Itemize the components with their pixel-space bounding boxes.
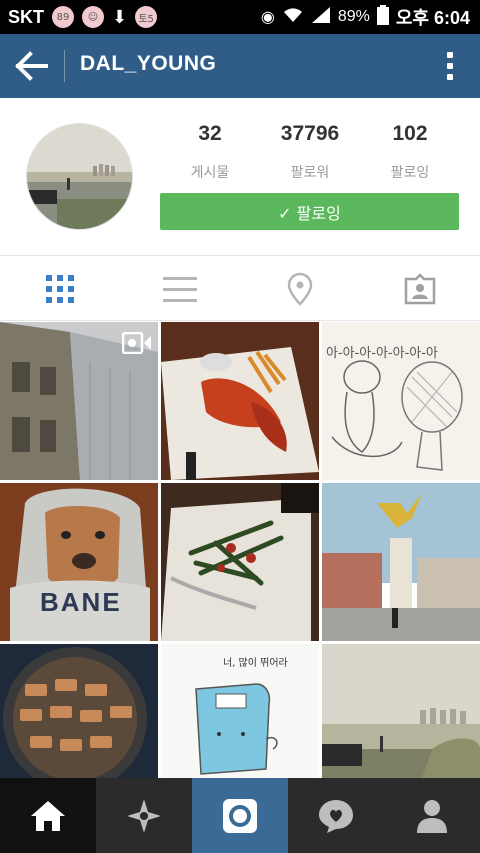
comic-caption: 아-아-아-아-아-아-아	[326, 346, 438, 361]
home-icon	[31, 800, 65, 831]
posts-label: 게시물	[190, 165, 230, 181]
tab-grid-view[interactable]	[0, 257, 120, 320]
overflow-menu-button[interactable]	[438, 50, 462, 82]
grid-icon	[46, 274, 74, 303]
heart-bubble-icon	[319, 799, 353, 833]
notification-badge-icon-2: 토5	[135, 6, 158, 28]
camera-icon	[223, 798, 257, 833]
comic-caption-2: 너, 많이 뛰어라	[223, 658, 288, 669]
nav-home[interactable]	[0, 778, 96, 853]
explore-compass-icon	[127, 798, 161, 833]
avatar[interactable]	[26, 123, 133, 230]
app-header: DAL_YOUNG	[0, 34, 480, 98]
video-icon	[122, 332, 151, 354]
notification-badge-icon: 89	[52, 6, 74, 28]
eye-icon: ◉	[260, 9, 275, 26]
tab-map-view[interactable]	[240, 257, 360, 320]
person-icon	[417, 799, 447, 833]
photo-greens-dish[interactable]	[161, 483, 319, 641]
photo-lobster-dish[interactable]	[161, 322, 319, 480]
following-count: 102	[392, 122, 428, 145]
tab-list-view[interactable]	[120, 257, 240, 320]
nav-camera[interactable]	[192, 778, 288, 853]
avatar-image	[27, 124, 132, 229]
wifi-icon	[282, 6, 304, 29]
hoodie-text: BANE	[40, 587, 122, 617]
tab-tagged-view[interactable]	[360, 257, 480, 320]
photo-grilled-meat[interactable]	[0, 644, 158, 778]
status-bar: SKT 89 ☺ ⬇ 토5 ◉ 89% 오후 6:04	[0, 0, 480, 34]
photo-grid: 아-아-아-아-아-아-아 BANE 너, 많이 뛰어라	[0, 322, 480, 778]
posts-count: 32	[198, 122, 222, 145]
back-button[interactable]	[12, 48, 52, 84]
battery-icon	[376, 4, 389, 30]
following-stat[interactable]: 102 팔로잉	[360, 122, 460, 182]
notification-app-icon: ☺	[82, 6, 104, 28]
followers-label: 팔로워	[290, 165, 330, 181]
arrow-left-icon	[15, 51, 48, 81]
signal-icon	[311, 6, 331, 29]
following-label: 팔로잉	[390, 165, 430, 181]
nav-activity[interactable]	[288, 778, 384, 853]
header-divider	[64, 50, 65, 82]
profile-header: 32 게시물 37796 팔로워 102 팔로잉 ✓ 팔로잉	[0, 98, 480, 256]
overflow-menu-icon	[447, 52, 453, 58]
following-button-label: ✓ 팔로잉	[278, 203, 341, 223]
nav-explore[interactable]	[96, 778, 192, 853]
nav-profile[interactable]	[384, 778, 480, 853]
following-button[interactable]: ✓ 팔로잉	[160, 193, 459, 230]
followers-count: 37796	[280, 122, 340, 145]
photo-riverside[interactable]	[322, 644, 480, 778]
photo-comic-scale[interactable]: 너, 많이 뛰어라	[161, 644, 319, 778]
clock: 오후 6:04	[395, 8, 470, 28]
followers-stat[interactable]: 37796 팔로워	[260, 122, 360, 182]
location-pin-icon	[287, 272, 313, 306]
photo-dog-hoodie[interactable]: BANE	[0, 483, 158, 641]
carrier-label: SKT	[8, 6, 44, 27]
posts-stat[interactable]: 32 게시물	[160, 122, 260, 182]
tagged-person-icon	[404, 272, 436, 304]
list-icon	[163, 276, 197, 302]
download-icon: ⬇	[112, 6, 128, 28]
page-title: DAL_YOUNG	[80, 52, 217, 75]
photo-statue-plaza[interactable]	[322, 483, 480, 641]
bottom-nav	[0, 778, 480, 853]
battery-level: 89%	[337, 8, 370, 25]
photo-building-video[interactable]	[0, 322, 158, 480]
profile-stats: 32 게시물 37796 팔로워 102 팔로잉	[160, 122, 460, 182]
profile-view-tabs	[0, 257, 480, 321]
photo-comic-fan[interactable]: 아-아-아-아-아-아-아	[322, 322, 480, 480]
